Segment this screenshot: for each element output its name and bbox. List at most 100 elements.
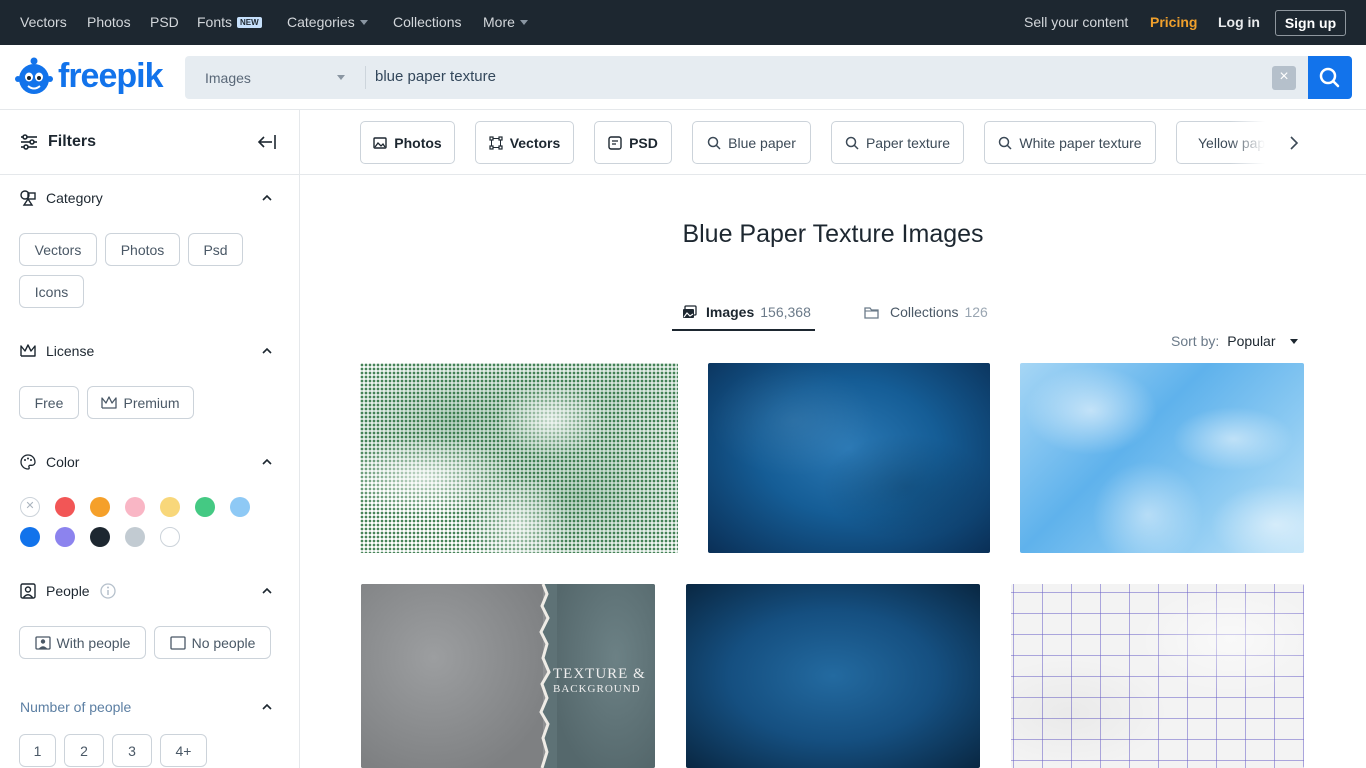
sort-value: Popular xyxy=(1227,333,1276,349)
tag-photos[interactable]: Photos xyxy=(360,121,455,164)
signup-button[interactable]: Sign up xyxy=(1275,10,1346,36)
filters-sidebar: Filters Category Vectors Photos Psd Icon… xyxy=(0,110,300,768)
nav-photos-label: Photos xyxy=(87,14,131,30)
color-swatch-purple[interactable] xyxy=(55,527,75,547)
freepik-logo-text: freepik xyxy=(58,56,163,95)
chevron-up-icon[interactable] xyxy=(262,346,272,356)
people-count-2-chip[interactable]: 2 xyxy=(64,734,104,767)
chevron-down-icon xyxy=(337,75,345,80)
nav-vectors[interactable]: Vectors xyxy=(20,14,67,30)
color-swatch-orange[interactable] xyxy=(90,497,110,517)
psd-file-icon xyxy=(608,135,622,150)
tab-images[interactable]: Images 156,368 xyxy=(682,304,811,320)
tab-collections[interactable]: Collections 126 xyxy=(864,304,988,320)
chevron-down-icon xyxy=(359,19,368,25)
new-badge: NEW xyxy=(237,16,262,28)
image-card[interactable] xyxy=(708,363,990,553)
sort-control[interactable]: Sort by: Popular xyxy=(1171,333,1298,349)
crown-icon xyxy=(101,395,118,409)
color-swatch-white[interactable] xyxy=(160,527,180,547)
tab-images-count: 156,368 xyxy=(760,304,811,320)
chevron-up-icon[interactable] xyxy=(262,586,272,596)
people-count-4plus-chip[interactable]: 4+ xyxy=(160,734,207,767)
people-count-3-chip[interactable]: 3 xyxy=(112,734,152,767)
chevron-up-icon[interactable] xyxy=(262,457,272,467)
nav-photos[interactable]: Photos xyxy=(87,14,131,30)
tab-images-label: Images xyxy=(706,304,755,320)
blue-vignette-texture-icon xyxy=(686,584,980,768)
color-section-header[interactable]: Color xyxy=(20,454,79,470)
filters-header: Filters xyxy=(0,110,299,175)
header: freepik Images blue paper texture × xyxy=(0,45,1366,110)
tag-psd-label: PSD xyxy=(629,134,658,151)
sell-content-link[interactable]: Sell your content xyxy=(1024,14,1128,30)
search-type-select[interactable]: Images xyxy=(205,70,251,86)
login-link[interactable]: Log in xyxy=(1218,14,1260,30)
search-button[interactable] xyxy=(1308,56,1352,99)
pricing-label: Pricing xyxy=(1150,14,1198,30)
tag-white-paper-texture[interactable]: White paper texture xyxy=(984,121,1156,164)
license-premium-chip[interactable]: Premium xyxy=(87,386,194,419)
with-people-chip[interactable]: With people xyxy=(19,626,146,659)
search-bar: Images blue paper texture × xyxy=(185,56,1308,99)
number-of-people-section-header[interactable]: Number of people xyxy=(20,699,131,715)
category-icons-chip[interactable]: Icons xyxy=(19,275,84,308)
tag-blue-paper-label: Blue paper xyxy=(728,134,796,151)
texture-background-subtext: BACKGROUND xyxy=(553,683,641,695)
search-input[interactable]: blue paper texture xyxy=(375,68,496,85)
color-swatch-pink[interactable] xyxy=(125,497,145,517)
nav-more[interactable]: More xyxy=(483,14,528,30)
nav-fonts[interactable]: Fonts NEW xyxy=(197,14,262,30)
tag-white-paper-texture-label: White paper texture xyxy=(1019,134,1142,151)
image-card[interactable] xyxy=(1011,584,1304,768)
image-card[interactable] xyxy=(686,584,980,768)
people-count-1-chip[interactable]: 1 xyxy=(19,734,56,767)
people-title: People xyxy=(46,583,90,599)
nav-collections[interactable]: Collections xyxy=(393,14,461,30)
pricing-link[interactable]: Pricing xyxy=(1150,14,1197,30)
chevron-right-icon[interactable] xyxy=(1287,135,1301,151)
empty-frame-icon xyxy=(169,635,186,650)
chevron-up-icon[interactable] xyxy=(262,193,272,203)
color-swatch-black[interactable] xyxy=(90,527,110,547)
images-icon xyxy=(683,305,697,318)
tag-paper-texture[interactable]: Paper texture xyxy=(831,121,964,164)
color-swatch-gray[interactable] xyxy=(125,527,145,547)
crown-icon xyxy=(20,344,36,357)
image-card[interactable]: TEXTURE & BACKGROUND xyxy=(361,584,655,768)
color-swatch-red[interactable] xyxy=(55,497,75,517)
tag-psd[interactable]: PSD xyxy=(594,121,672,164)
search-icon xyxy=(1319,67,1340,88)
category-vectors-chip[interactable]: Vectors xyxy=(19,233,97,266)
filters-icon xyxy=(21,134,37,150)
color-swatch-blue[interactable] xyxy=(20,527,40,547)
category-psd-chip[interactable]: Psd xyxy=(188,233,243,266)
category-photos-chip[interactable]: Photos xyxy=(105,233,180,266)
search-icon xyxy=(845,136,859,150)
clear-search-button[interactable]: × xyxy=(1272,66,1296,90)
no-people-chip[interactable]: No people xyxy=(154,626,271,659)
color-swatch-light-blue[interactable] xyxy=(230,497,250,517)
collapse-sidebar-icon[interactable] xyxy=(257,134,277,150)
sell-content-label: Sell your content xyxy=(1024,14,1129,30)
tag-photos-label: Photos xyxy=(394,134,442,151)
license-free-chip[interactable]: Free xyxy=(19,386,79,419)
category-section-header[interactable]: Category xyxy=(20,190,103,206)
image-card[interactable] xyxy=(1020,363,1304,553)
sort-label: Sort by: xyxy=(1171,333,1220,349)
chevron-up-icon[interactable] xyxy=(262,702,272,712)
freepik-logo[interactable]: freepik xyxy=(14,56,163,96)
tag-vectors[interactable]: Vectors xyxy=(475,121,574,164)
nav-psd[interactable]: PSD xyxy=(150,14,179,30)
people-section-header[interactable]: People xyxy=(20,583,116,599)
color-swatch-none[interactable]: ✕ xyxy=(20,497,40,517)
nav-categories[interactable]: Categories xyxy=(287,14,368,30)
color-swatch-yellow[interactable] xyxy=(160,497,180,517)
license-section-header[interactable]: License xyxy=(20,343,94,359)
tag-blue-paper[interactable]: Blue paper xyxy=(692,121,811,164)
search-divider xyxy=(365,66,366,89)
color-swatch-green[interactable] xyxy=(195,497,215,517)
search-icon xyxy=(707,136,721,150)
info-icon[interactable] xyxy=(99,583,116,599)
image-card[interactable] xyxy=(360,363,678,553)
